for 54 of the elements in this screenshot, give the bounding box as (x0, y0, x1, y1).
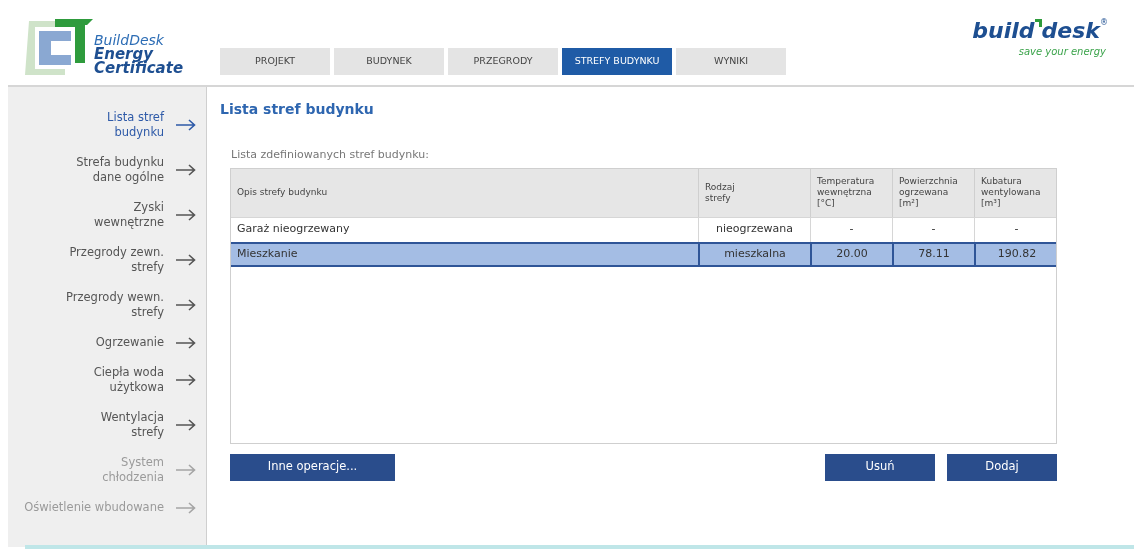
column-header: Temperatura wewnętrzna [°C] (810, 168, 892, 217)
arrow-right-icon (176, 254, 196, 266)
nav-tab[interactable]: WYNIKI (676, 48, 787, 75)
logo-text: Certificate (94, 61, 184, 75)
sidebar-link[interactable]: Zyski wewnętrzne (94, 200, 164, 230)
table-cell: - (810, 217, 892, 242)
table-cell: 190.82 (974, 243, 1058, 265)
column-header: Rodzaj strefy (698, 168, 810, 217)
arrow-right-icon (176, 119, 196, 131)
table-cell-text: Mieszkanie (236, 245, 299, 262)
sidebar-link[interactable]: Ogrzewanie (95, 335, 164, 350)
column-header: Opis strefy budynku (236, 186, 329, 199)
table-cell: 78.11 (892, 243, 974, 265)
table-row[interactable]: Garaż nieogrzewany nieogrzewana - - - (231, 216, 1056, 242)
arrow-right-icon (176, 501, 196, 514)
table-row[interactable]: Mieszkanie mieszkalna 20.00 78.11 190.82 (231, 241, 1056, 267)
page-title: Lista stref budynku (220, 100, 375, 119)
arrow-right-icon (176, 464, 196, 476)
sidebar-link[interactable]: Ciepła woda użytkowa (93, 365, 164, 395)
sidebar-link[interactable]: Przegrody wewn. strefy (66, 290, 164, 320)
action-button[interactable]: Dodaj (947, 453, 1057, 481)
logo-text: Energy (94, 47, 154, 61)
nav-tab[interactable]: BUDYNEK (334, 48, 445, 75)
arrow-right-icon (176, 374, 196, 386)
sidebar-link[interactable]: Przegrody zewn. strefy (69, 245, 164, 275)
table-cell: 20.00 (810, 243, 892, 265)
column-header: Powierzchnia ogrzewana [m²] (892, 168, 974, 217)
nav-tab[interactable]: PROJEKT (220, 48, 331, 75)
table-caption: Lista zdefiniowanych stref budynku: (231, 147, 430, 163)
sidebar-link[interactable]: Wentylacja strefy (100, 410, 164, 440)
tagline: save your energy (1018, 45, 1106, 59)
sidebar-link[interactable]: Strefa budynku dane ogólne (76, 155, 164, 185)
table-cell: mieszkalna (698, 243, 810, 265)
arrow-right-icon (176, 209, 196, 221)
brand-logo-text: desk (1041, 18, 1100, 44)
sidebar-link[interactable]: Lista stref budynku (107, 110, 164, 140)
arrow-right-icon (176, 164, 196, 176)
nav-tab[interactable]: PRZEGRODY (448, 48, 559, 75)
logo-text: BuildDesk (94, 33, 165, 47)
table-cell: nieogrzewana (698, 217, 810, 242)
brand-logo-text: build (972, 18, 1035, 44)
arrow-right-icon (176, 336, 196, 349)
corner-mark-icon (1034, 19, 1042, 27)
action-button[interactable]: Inne operacje... (230, 453, 395, 481)
table-cell: - (974, 217, 1058, 242)
registered-mark: ® (1100, 18, 1108, 27)
logo-icon (25, 19, 93, 75)
nav-tab[interactable]: STREFY BUDYNKU (562, 48, 673, 75)
action-button[interactable]: Usuń (825, 453, 935, 481)
table-cell-text: Garaż nieogrzewany (236, 221, 351, 238)
arrow-right-icon (176, 299, 196, 311)
arrow-right-icon (176, 419, 196, 431)
column-header: Kubatura wentylowana [m³] (974, 168, 1058, 217)
table-cell: - (892, 217, 974, 242)
